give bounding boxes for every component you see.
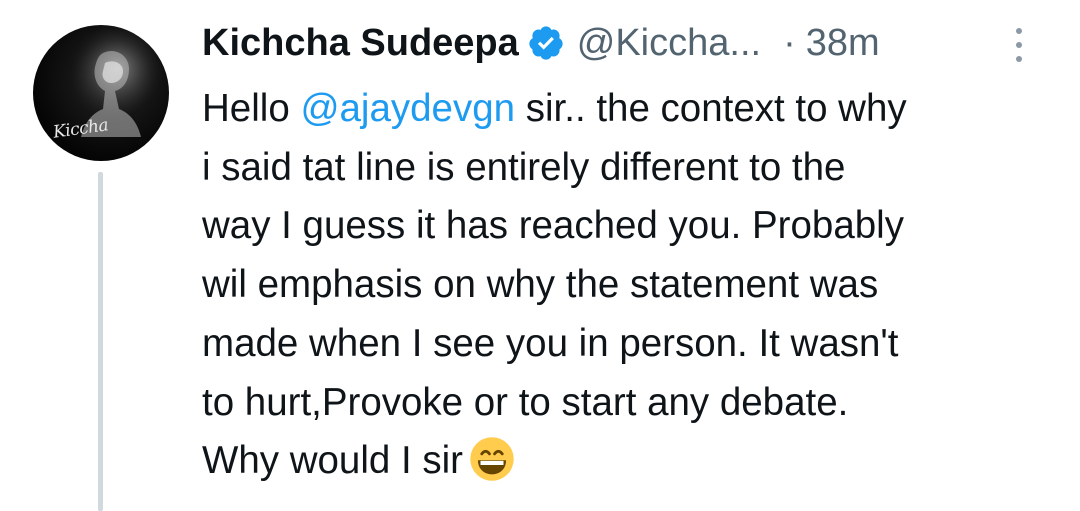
author-name[interactable]: Kichcha Sudeepa	[202, 22, 519, 65]
tweet-header: Kichcha Sudeepa @Kiccha... · 38m	[202, 18, 880, 68]
header-separator: ·	[783, 21, 796, 64]
tweet-text-line: i said tat line is entirely different to…	[202, 145, 846, 189]
text-segment: Why would I sir	[202, 439, 464, 483]
tweet-text-line: to hurt,Provoke or to start any debate.	[202, 380, 849, 424]
tweet-text-line: way I guess it has reached you. Probably	[202, 204, 904, 248]
tweet-text: Hello @ajaydevgn sir.. the context to wh…	[202, 80, 1062, 491]
tweet-text-line: Hello @ajaydevgn sir.. the context to wh…	[202, 80, 1062, 139]
text-segment: sir.. the context to why	[515, 87, 907, 130]
verified-badge-icon	[529, 26, 563, 60]
tweet-text-line: Why would I sir	[202, 432, 1062, 491]
thread-line	[98, 172, 103, 511]
tweet-time[interactable]: 38m	[806, 22, 880, 65]
grinning-face-emoji-icon	[470, 437, 514, 481]
mention-link[interactable]: @ajaydevgn	[300, 87, 515, 130]
tweet[interactable]: Kiccha Kichcha Sudeepa @Kiccha... · 38m …	[0, 0, 1080, 511]
tweet-text-line: wil emphasis on why the statement was	[202, 263, 879, 307]
avatar[interactable]: Kiccha	[33, 25, 169, 161]
text-segment: Hello	[202, 87, 301, 130]
tweet-text-line: made when I see you in person. It wasn't	[202, 321, 899, 365]
author-handle[interactable]: @Kiccha...	[577, 22, 761, 65]
more-options-icon[interactable]	[1014, 26, 1024, 64]
